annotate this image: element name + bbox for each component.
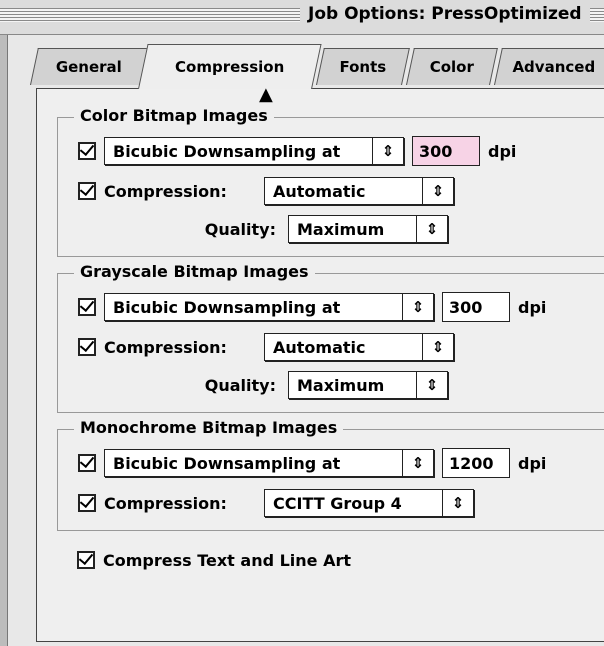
color-quality-popup[interactable]: Maximum ⇕ <box>288 215 448 243</box>
grayscale-quality-label: Quality: <box>204 375 276 395</box>
color-quality-label: Quality: <box>204 219 276 239</box>
color-bitmap-group: Color Bitmap Images Bicubic Downsampling… <box>57 106 604 257</box>
grayscale-compression-popup[interactable]: Automatic ⇕ <box>264 333 454 361</box>
title-bar-stripes-right <box>590 8 604 22</box>
popup-arrows-icon: ⇕ <box>402 294 433 320</box>
mono-unit-label: dpi <box>518 453 547 473</box>
color-compression-label: Compression: <box>104 181 227 201</box>
color-group-title: Color Bitmap Images <box>74 106 274 125</box>
color-unit-label: dpi <box>488 141 517 161</box>
grayscale-bitmap-group: Grayscale Bitmap Images Bicubic Downsamp… <box>57 262 604 413</box>
popup-arrows-icon: ⇕ <box>402 450 433 476</box>
grayscale-sampling-checkbox[interactable] <box>78 298 96 316</box>
popup-arrows-icon: ⇕ <box>416 216 447 242</box>
tab-color[interactable]: Color <box>406 48 498 85</box>
arrow-cursor-icon: ▲ <box>259 84 273 105</box>
left-frame <box>0 35 8 646</box>
monochrome-bitmap-group: Monochrome Bitmap Images Bicubic Downsam… <box>57 418 604 531</box>
mono-compression-popup[interactable]: CCITT Group 4 ⇕ <box>264 489 474 517</box>
color-sampling-popup[interactable]: Bicubic Downsampling at ⇕ <box>104 137 404 165</box>
mono-sampling-popup[interactable]: Bicubic Downsampling at ⇕ <box>104 449 434 477</box>
popup-arrows-icon: ⇕ <box>416 372 447 398</box>
title-bar[interactable]: Job Options: PressOptimized <box>0 0 604 35</box>
tab-general[interactable]: General <box>30 48 148 85</box>
color-resolution-field[interactable]: 300 <box>412 136 480 166</box>
compress-text-checkbox[interactable] <box>77 551 95 569</box>
grayscale-quality-popup[interactable]: Maximum ⇕ <box>288 371 448 399</box>
color-sampling-checkbox[interactable] <box>78 142 96 160</box>
popup-arrows-icon: ⇕ <box>422 334 453 360</box>
window-title: Job Options: PressOptimized <box>304 4 586 24</box>
grayscale-unit-label: dpi <box>518 297 547 317</box>
title-bar-stripes <box>0 8 300 22</box>
job-options-window: Job Options: PressOptimized General Comp… <box>0 0 604 646</box>
popup-arrows-icon: ⇕ <box>422 178 453 204</box>
mono-resolution-field[interactable]: 1200 <box>442 448 510 478</box>
tab-bar: General Compression Fonts Color Advanced <box>8 40 604 89</box>
compress-text-label: Compress Text and Line Art <box>103 550 352 570</box>
grayscale-resolution-field[interactable]: 300 <box>442 292 510 322</box>
color-compression-checkbox[interactable] <box>78 182 96 200</box>
mono-compression-label: Compression: <box>104 493 227 513</box>
color-compression-popup[interactable]: Automatic ⇕ <box>264 177 454 205</box>
tab-compression[interactable]: Compression <box>138 44 322 89</box>
tab-fonts[interactable]: Fonts <box>316 48 410 85</box>
monochrome-group-title: Monochrome Bitmap Images <box>74 418 344 437</box>
grayscale-compression-checkbox[interactable] <box>78 338 96 356</box>
mono-compression-checkbox[interactable] <box>78 494 96 512</box>
grayscale-compression-label: Compression: <box>104 337 227 357</box>
tab-advanced[interactable]: Advanced <box>494 48 604 85</box>
popup-arrows-icon: ⇕ <box>442 490 473 516</box>
compression-panel: Color Bitmap Images Bicubic Downsampling… <box>36 88 604 642</box>
popup-arrows-icon: ⇕ <box>372 138 403 164</box>
grayscale-sampling-popup[interactable]: Bicubic Downsampling at ⇕ <box>104 293 434 321</box>
mono-sampling-checkbox[interactable] <box>78 454 96 472</box>
grayscale-group-title: Grayscale Bitmap Images <box>74 262 315 281</box>
